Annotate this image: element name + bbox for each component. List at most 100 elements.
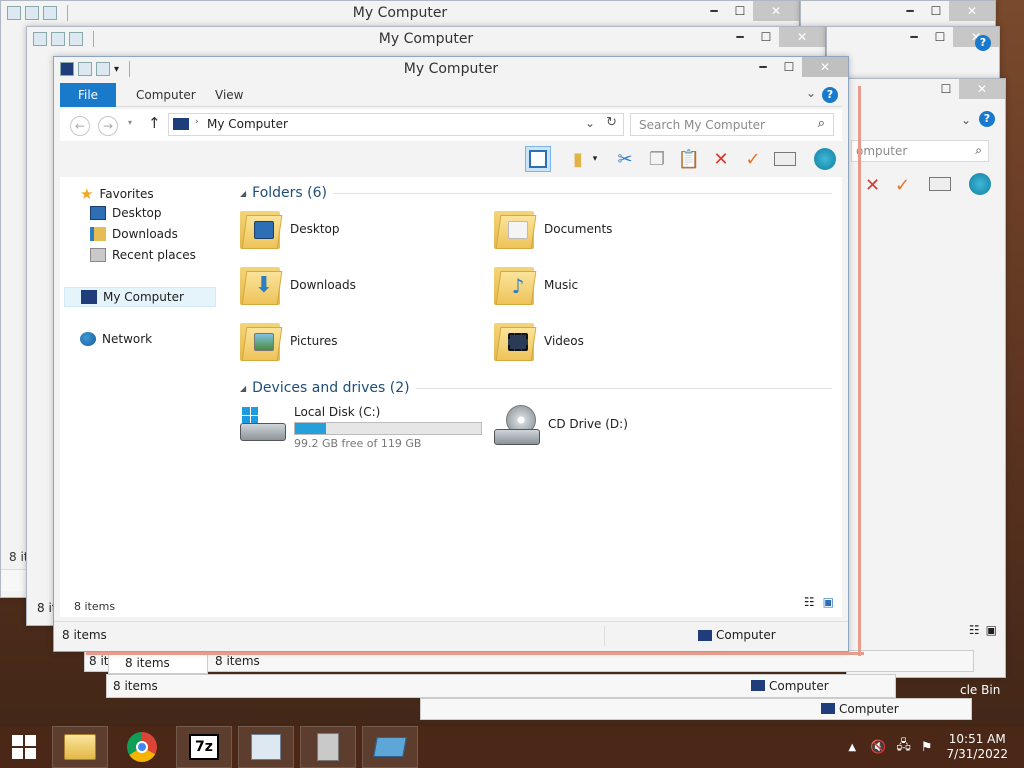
tab-file[interactable]: File [60,83,116,107]
checkmark-icon[interactable]: ✓ [895,175,910,196]
taskbar-explorer-window[interactable] [362,726,418,768]
help-icon[interactable]: ? [822,87,838,103]
background-window-5: ☐✕ ? ⌄ omputer⌕ ✕ ✓ ☷▣ Computer [846,78,1006,678]
drive-item-d[interactable]: CD Drive (D:) [494,405,628,449]
details-view-icon[interactable]: ☷ [804,595,815,609]
computer-icon [81,290,97,304]
close-icon[interactable]: ✕ [949,1,995,21]
minimize-icon[interactable]: ━ [897,1,923,21]
volume-muted-icon[interactable]: 🔇 [870,740,886,755]
back-button[interactable]: ← [70,116,90,136]
chevron-down-icon[interactable]: ▾ [588,146,602,172]
status-bar: 8 items Computer [54,621,848,651]
shell-icon[interactable] [812,146,838,172]
close-icon[interactable]: ✕ [753,1,799,21]
explorer-window-icon [373,737,407,757]
recycle-bin-label[interactable]: cle Bin [960,683,1000,697]
tab-view[interactable]: View [202,83,256,107]
maximize-icon[interactable]: ☐ [727,1,753,21]
computer-icon [751,680,765,691]
close-icon[interactable]: ✕ [959,79,1005,99]
clock[interactable]: 10:51 AM 7/31/2022 [946,732,1008,762]
close-button[interactable]: ✕ [802,57,848,77]
content-area: ★ Favorites Desktop Downloads Recent plac… [60,177,842,617]
breadcrumb-separator-icon[interactable]: › [195,117,199,127]
status-computer: Computer [769,679,829,693]
rename-icon[interactable] [929,177,951,191]
delete-icon[interactable]: ✕ [708,146,734,172]
group-header-folders[interactable]: ◢ Folders (6) [240,185,832,201]
up-arrow-icon[interactable]: ↑ [148,114,161,132]
search-input[interactable]: Search My Computer ⌕ [630,113,834,136]
help-icon[interactable]: ? [979,111,995,127]
help-icon[interactable]: ? [975,35,991,51]
cut-icon[interactable]: ✂ [612,146,638,172]
minimize-icon[interactable]: ━ [901,27,927,47]
recycle-utility-icon [317,733,339,761]
nav-recent-places[interactable]: Recent places [90,248,196,262]
copy-icon[interactable]: ❐ [644,146,670,172]
collapse-arrow-icon: ◢ [240,383,247,393]
music-folder-icon: ♪ [494,263,537,307]
address-text[interactable]: My Computer [207,117,288,131]
address-dropdown-icon[interactable]: ⌄ [585,116,595,130]
rename-icon[interactable] [772,146,798,172]
taskbar-resource-monitor[interactable] [238,726,294,768]
maximize-button[interactable]: ☐ [776,57,802,77]
minimize-icon[interactable]: ━ [701,1,727,21]
nav-desktop[interactable]: Desktop [90,206,162,220]
folder-item-videos[interactable]: Videos [494,319,584,363]
collapse-arrow-icon: ◢ [240,188,247,198]
my-computer-window: ▾ My Computer ━ ☐ ✕ File Computer View ⌄… [53,56,849,652]
taskbar-7zip[interactable]: 7z [176,726,232,768]
chevron-down-icon[interactable]: ⌄ [961,113,971,127]
folder-item-desktop[interactable]: Desktop [240,207,340,251]
network-status-icon[interactable]: 🖧 [896,736,911,758]
shell-icon[interactable] [969,173,991,195]
taskbar-file-explorer[interactable] [52,726,108,768]
large-icons-view-icon[interactable]: ▣ [986,623,997,637]
window-title: My Computer [352,5,448,21]
folder-item-downloads[interactable]: ⬇ Downloads [240,263,356,307]
nav-my-computer[interactable]: My Computer [64,287,216,307]
folder-item-documents[interactable]: Documents [494,207,612,251]
close-icon[interactable]: ✕ [779,27,825,47]
maximize-icon[interactable]: ☐ [753,27,779,47]
minimize-icon[interactable]: ━ [727,27,753,47]
folder-item-music[interactable]: ♪ Music [494,263,578,307]
search-input[interactable]: omputer ⌕ [851,140,989,162]
ribbon-tabs: File Computer View ⌄ ? [60,83,842,107]
show-hidden-icons-icon[interactable]: ▲ [848,742,856,753]
refresh-icon[interactable]: ↻ [606,115,617,130]
nav-favorites[interactable]: ★ Favorites [80,185,154,203]
forward-button[interactable]: → [98,116,118,136]
folder-item-pictures[interactable]: Pictures [240,319,338,363]
status-items: 8 items [215,654,260,668]
drive-item-c[interactable]: Local Disk (C:) 99.2 GB free of 119 GB [240,405,482,450]
checkmark-icon[interactable]: ✓ [740,146,766,172]
nav-network[interactable]: Network [80,332,152,346]
recent-locations-icon[interactable]: ▾ [128,118,132,127]
delete-icon[interactable]: ✕ [865,175,880,196]
chevron-down-icon[interactable]: ⌄ [806,86,816,100]
desktop-icon [90,206,106,220]
taskbar-chrome[interactable] [114,726,170,768]
clock-date: 7/31/2022 [946,747,1008,761]
group-header-devices[interactable]: ◢ Devices and drives (2) [240,380,832,396]
action-center-icon[interactable]: ⚑ [921,740,933,755]
start-button[interactable] [0,726,48,768]
maximize-icon[interactable]: ☐ [923,1,949,21]
tab-computer[interactable]: Computer [123,83,209,107]
large-icons-view-icon[interactable]: ▣ [823,595,834,609]
paste-icon[interactable]: 📋 [676,146,702,172]
maximize-icon[interactable]: ☐ [927,27,953,47]
file-pane: ◢ Folders (6) Desktop Documents ⬇ Downloa… [220,177,842,617]
status-items: 8 it [89,654,109,668]
address-bar[interactable]: › My Computer ⌄ ↻ [168,113,624,136]
preview-pane-icon[interactable] [525,146,551,172]
maximize-icon[interactable]: ☐ [933,79,959,99]
minimize-button[interactable]: ━ [750,57,776,77]
details-view-icon[interactable]: ☷ [969,623,980,637]
taskbar-utility[interactable] [300,726,356,768]
nav-downloads[interactable]: Downloads [90,227,178,241]
